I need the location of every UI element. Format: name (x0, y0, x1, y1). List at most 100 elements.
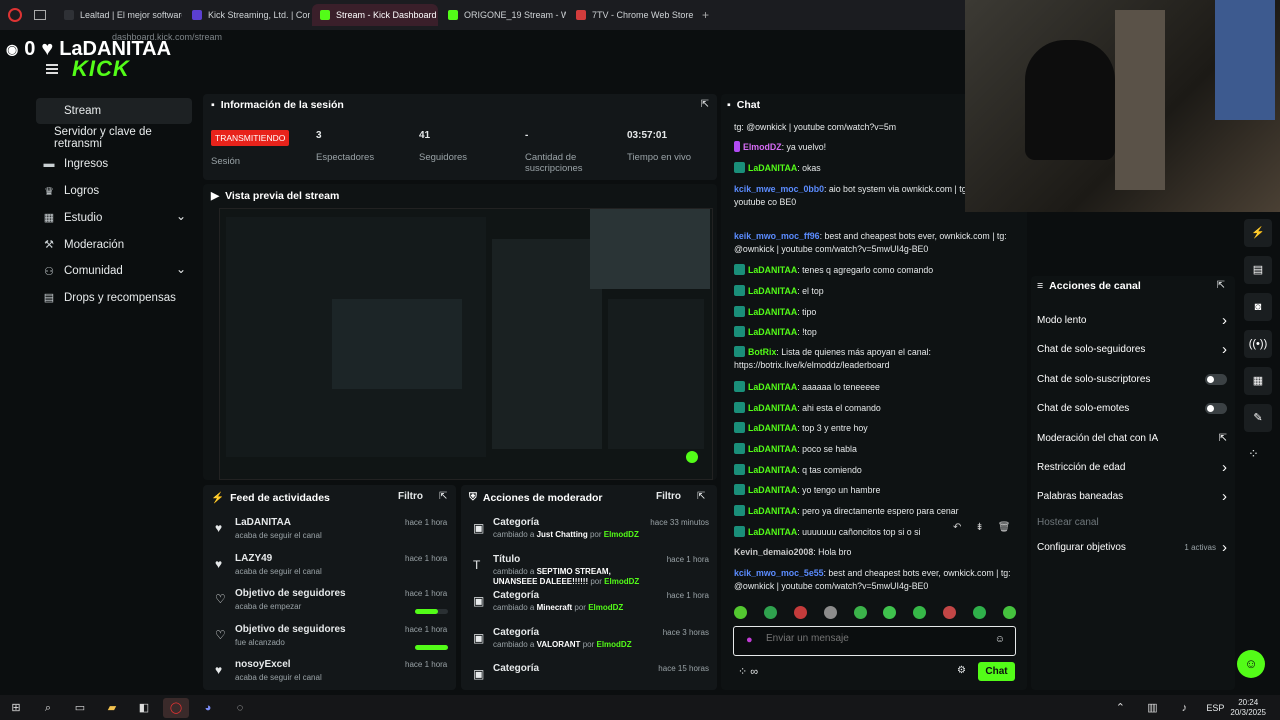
chat-message[interactable]: LaDANITAA: tipo (734, 306, 1024, 319)
feed-item[interactable]: ♥ LAZY49 acaba de seguir el canal hace 1 ho… (203, 553, 456, 589)
emote-6[interactable] (883, 606, 897, 619)
chat-username[interactable]: LaDANITAA (748, 307, 797, 317)
chat-input[interactable] (766, 633, 986, 644)
chat-username[interactable]: LaDANITAA (748, 423, 797, 433)
chat-username[interactable]: LaDANITAA (748, 506, 797, 516)
chat-message[interactable]: keik_mwo_moc_ff96: best and cheapest bot… (734, 230, 1024, 256)
emote-7[interactable] (913, 606, 927, 619)
mod-popout-icon[interactable]: ⇱ (697, 491, 705, 502)
network-icon[interactable]: ▥ (1139, 698, 1165, 718)
emote-1[interactable] (734, 606, 747, 619)
new-tab-button[interactable]: + (702, 8, 709, 22)
chevron-right-icon[interactable]: › (1222, 488, 1227, 505)
browser-tab[interactable]: ORIGONE_19 Stream - Wa (440, 4, 566, 26)
channel-action-item[interactable]: Modo lento › (1037, 310, 1227, 330)
sidebar-item[interactable]: ▤ Drops y recompensas (0, 285, 200, 311)
chat-message[interactable]: LaDANITAA: poco se habla (734, 443, 1024, 456)
feed-filter-button[interactable]: Filtro (398, 491, 423, 502)
feed-item[interactable]: ♥ nosoyExcel acaba de seguir el canal hace … (203, 659, 456, 687)
wrench-tool-icon[interactable]: ✎ (1244, 404, 1272, 432)
chevron-right-icon[interactable]: › (1222, 312, 1227, 329)
mod-action-item[interactable]: ▣ Categoría hace 33 minutos cambiado a Just… (461, 517, 717, 553)
help-button[interactable]: ☺ (1237, 650, 1265, 678)
opera-icon[interactable]: ◯ (163, 697, 189, 718)
send-chat-button[interactable]: Chat (978, 662, 1015, 681)
chat-message[interactable]: LaDANITAA: pero ya directamente espero p… (734, 505, 1024, 518)
chat-username[interactable]: Kevin_demaio2008 (734, 547, 813, 557)
sidebar-item[interactable]: Stream (36, 98, 192, 124)
chat-message[interactable]: LaDANITAA: ahi esta el comando (734, 402, 1024, 415)
hamburger-menu-icon[interactable] (46, 64, 58, 74)
chat-message[interactable]: LaDANITAA: tenes q agregarlo como comand… (734, 264, 1024, 277)
feed-item[interactable]: ♡ Objetivo de seguidores fue alcanzado hace… (203, 624, 456, 660)
chat-username[interactable]: LaDANITAA (748, 465, 797, 475)
chat-message[interactable]: LaDANITAA: yo tengo un hambre (734, 484, 1024, 497)
delete-icon[interactable]: 🗑 (998, 522, 1011, 533)
popout-icon[interactable]: ⇱ (701, 99, 709, 110)
browser-tab[interactable]: Lealtad | El mejor software (56, 4, 182, 26)
chat-message[interactable]: Kevin_demaio2008: Hola bro (734, 546, 1024, 559)
chat-username[interactable]: kcik_mwe_moc_0bb0 (734, 184, 824, 194)
mod-action-item[interactable]: T Título hace 1 hora cambiado a SEPTIMO STR… (461, 554, 717, 590)
tab-list-icon[interactable] (34, 10, 46, 20)
store-icon[interactable]: ◧ (131, 698, 157, 718)
chevron-down-icon[interactable]: ⌄ (176, 209, 186, 223)
emote-3[interactable] (793, 606, 807, 619)
chat-username[interactable]: LaDANITAA (748, 286, 797, 296)
chevron-down-icon[interactable]: ⌄ (176, 262, 186, 276)
language-indicator[interactable]: ESP (1206, 703, 1224, 713)
discord-icon[interactable]: ◕ (195, 698, 221, 718)
emote-10[interactable] (1002, 606, 1016, 619)
channel-popout-icon[interactable]: ⇱ (1217, 280, 1225, 291)
chat-message[interactable]: LaDANITAA: top 3 y entre hoy (734, 422, 1024, 435)
channel-action-item[interactable]: Restricción de edad › (1037, 457, 1227, 477)
chevron-right-icon[interactable]: › (1222, 539, 1227, 556)
chat-username[interactable]: BotRix (748, 347, 776, 357)
external-link-icon[interactable]: ⇱ (1219, 433, 1227, 444)
chat-message[interactable]: LaDANITAA: q tas comiendo (734, 464, 1024, 477)
emote-8[interactable] (943, 606, 957, 619)
sidebar-item[interactable]: ⚒ Moderación (0, 232, 200, 258)
channel-action-item[interactable]: Hostear canal (1037, 512, 1227, 532)
reply-icon[interactable]: ↶ (953, 522, 961, 533)
chat-tool-icon[interactable]: ◙ (1244, 293, 1272, 321)
mic-icon[interactable]: ● (746, 634, 753, 646)
chat-input-box[interactable]: ● ☺ (733, 626, 1016, 656)
chat-username[interactable]: LaDANITAA (748, 403, 797, 413)
channel-action-item[interactable]: Chat de solo-emotes (1037, 398, 1227, 418)
mod-action-item[interactable]: ▣ Categoría hace 3 horas cambiado a VALORAN… (461, 627, 717, 663)
drag-handle-icon[interactable]: ⁘ (1248, 446, 1259, 462)
kick-logo[interactable]: KICK (72, 56, 130, 82)
emote-4[interactable] (823, 606, 837, 619)
document-tool-icon[interactable]: ▤ (1244, 256, 1272, 284)
mod-action-item[interactable]: ▣ Categoría hace 15 horas (461, 663, 717, 687)
channel-action-item[interactable]: Chat de solo-seguidores › (1037, 339, 1227, 359)
browser-tab[interactable]: Kick Streaming, Ltd. | Con (184, 4, 310, 26)
chat-settings-icon[interactable]: ⚙ (957, 665, 966, 676)
channel-action-item[interactable]: Moderación del chat con IA ⇱ (1037, 428, 1227, 448)
chat-username[interactable]: LaDANITAA (748, 485, 797, 495)
browser-menu-icon[interactable] (8, 8, 22, 22)
sidebar-item[interactable]: ▦ Estudio ⌄ (0, 205, 200, 231)
mod-filter-button[interactable]: Filtro (656, 491, 681, 502)
sidebar-item[interactable]: ⚇ Comunidad ⌄ (0, 258, 200, 284)
layout-tool-icon[interactable]: ▦ (1244, 367, 1272, 395)
emote-9[interactable] (973, 606, 986, 619)
channel-action-item[interactable]: Palabras baneadas › (1037, 486, 1227, 506)
chat-username[interactable]: kcik_mwo_moc_5e55 (734, 568, 824, 578)
chat-username[interactable]: ElmodDZ (743, 142, 782, 152)
pin-icon[interactable]: ⇟ (975, 522, 983, 533)
feed-item[interactable]: ♡ Objetivo de seguidores acaba de empezar h… (203, 588, 456, 624)
feed-item[interactable]: ♥ LaDANITAA acaba de seguir el canal hace 1… (203, 517, 456, 553)
channel-action-item[interactable]: Chat de solo-suscriptores (1037, 369, 1227, 389)
stream-preview-video[interactable] (219, 208, 713, 480)
app-icon[interactable]: ◌ (227, 698, 253, 718)
channel-action-item[interactable]: Configurar objetivos 1 activas › (1037, 537, 1227, 557)
chat-message[interactable]: LaDANITAA: !top (734, 326, 1024, 339)
chat-message[interactable]: BotRix: Lista de quienes más apoyan el c… (734, 346, 1024, 372)
broadcast-tool-icon[interactable]: ((•)) (1244, 330, 1272, 358)
chat-message[interactable]: LaDANITAA: aaaaaa lo teneeeee (734, 381, 1024, 394)
chat-username[interactable]: LaDANITAA (748, 444, 797, 454)
chat-username[interactable]: LaDANITAA (748, 382, 797, 392)
toggle-switch[interactable] (1205, 402, 1227, 414)
